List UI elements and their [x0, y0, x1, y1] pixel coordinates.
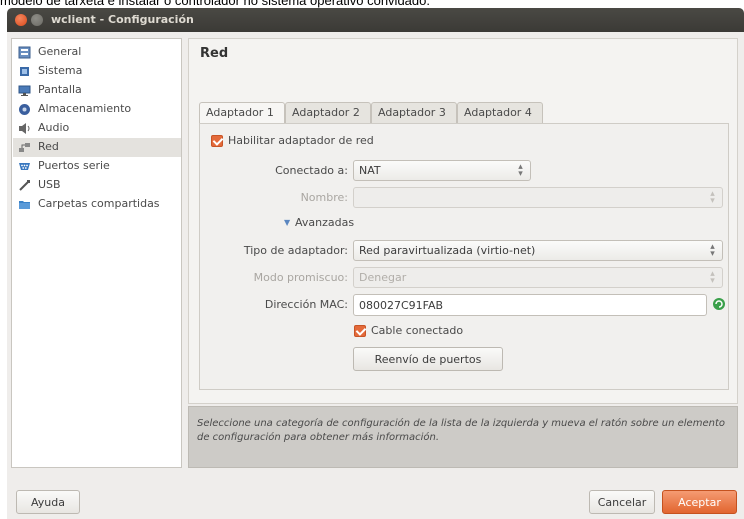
help-button-label: Ayuda	[31, 496, 65, 509]
spin-arrows-icon: ▴ ▾	[518, 162, 523, 179]
cancel-button[interactable]: Cancelar	[589, 490, 655, 514]
help-button[interactable]: Ayuda	[16, 490, 80, 514]
mac-address-field[interactable]: 080027C91FAB	[353, 294, 707, 316]
attached-to-label: Conectado a:	[275, 164, 348, 177]
adapter-type-select[interactable]: Red paravirtualizada (virtio-net) ▴ ▾	[353, 240, 723, 261]
window-title: wclient - Configuración	[51, 13, 194, 26]
serial-port-icon	[18, 160, 31, 173]
sidebar-item-label: Carpetas compartidas	[38, 197, 160, 210]
close-window-button[interactable]	[15, 14, 27, 26]
sidebar-item-carpetas-compartidas[interactable]: Carpetas compartidas	[13, 195, 181, 214]
promiscuous-mode-value: Denegar	[359, 271, 407, 284]
accept-button-label: Aceptar	[678, 496, 721, 509]
tab-adaptador-3[interactable]: Adaptador 3	[371, 102, 457, 124]
sidebar-item-almacenamiento[interactable]: Almacenamiento	[13, 100, 181, 119]
mac-address-label: Dirección MAC:	[264, 298, 348, 311]
spin-arrows-icon: ▴ ▾	[710, 242, 715, 259]
page-caption: modelo de tarxeta e instalar o controlad…	[0, 0, 430, 8]
sidebar-item-label: Sistema	[38, 64, 83, 77]
adapter-type-label: Tipo de adaptador:	[243, 244, 348, 257]
settings-window: wclient - Configuración General Sistema …	[7, 8, 744, 519]
sidebar-item-general[interactable]: General	[13, 43, 181, 62]
network-icon	[18, 141, 31, 154]
tab-label: Adaptador 2	[292, 106, 360, 119]
name-select[interactable]: ▴ ▾	[353, 187, 723, 208]
tab-label: Adaptador 1	[206, 106, 274, 119]
tab-adaptador-4[interactable]: Adaptador 4	[457, 102, 543, 124]
page-title: Red	[200, 46, 229, 61]
mac-address-value: 080027C91FAB	[359, 299, 444, 312]
adapter-type-value: Red paravirtualizada (virtio-net)	[359, 244, 536, 257]
refresh-mac-icon[interactable]	[712, 297, 726, 311]
spin-arrows-icon: ▴ ▾	[710, 189, 715, 206]
general-icon	[18, 46, 31, 59]
sidebar-item-audio[interactable]: Audio	[13, 119, 181, 138]
advanced-expander[interactable]: Avanzadas	[295, 216, 354, 229]
usb-icon	[18, 179, 31, 192]
enable-adapter-checkbox[interactable]	[211, 135, 223, 147]
sidebar-item-label: Audio	[38, 121, 70, 134]
sidebar-item-red[interactable]: Red	[13, 138, 181, 157]
port-forwarding-button[interactable]: Reenvío de puertos	[353, 347, 503, 371]
title-bar[interactable]: wclient - Configuración	[7, 8, 744, 32]
attached-to-select[interactable]: NAT ▴ ▾	[353, 160, 531, 181]
sidebar-item-usb[interactable]: USB	[13, 176, 181, 195]
spin-arrows-icon: ▴ ▾	[710, 269, 715, 286]
chip-icon	[18, 65, 31, 78]
sidebar-item-label: General	[38, 45, 82, 58]
tab-adaptador-2[interactable]: Adaptador 2	[285, 102, 371, 124]
sidebar-item-label: USB	[38, 178, 61, 191]
tab-label: Adaptador 4	[464, 106, 532, 119]
sidebar-item-label: Almacenamiento	[38, 102, 132, 115]
enable-adapter-label: Habilitar adaptador de red	[228, 134, 374, 147]
name-label: Nombre:	[300, 191, 348, 204]
disk-icon	[18, 103, 31, 116]
sidebar-item-label: Puertos serie	[38, 159, 110, 172]
network-settings-panel: Red Adaptador 1 Adaptador 2 Adaptador 3 …	[188, 38, 738, 404]
speaker-icon	[18, 122, 31, 135]
sidebar-item-sistema[interactable]: Sistema	[13, 62, 181, 81]
sidebar-item-label: Pantalla	[38, 83, 82, 96]
promiscuous-mode-select[interactable]: Denegar ▴ ▾	[353, 267, 723, 288]
category-list[interactable]: General Sistema Pantalla Almacenamiento …	[11, 38, 182, 468]
minimize-window-button[interactable]	[31, 14, 43, 26]
sidebar-item-pantalla[interactable]: Pantalla	[13, 81, 181, 100]
tab-adaptador-1[interactable]: Adaptador 1	[199, 102, 285, 125]
help-text: Seleccione una categoría de configuració…	[197, 418, 725, 443]
promiscuous-mode-label: Modo promiscuo:	[253, 271, 348, 284]
cable-connected-checkbox[interactable]	[354, 325, 366, 337]
sidebar-item-puertos-serie[interactable]: Puertos serie	[13, 157, 181, 176]
tab-label: Adaptador 3	[378, 106, 446, 119]
folder-icon	[18, 198, 31, 211]
monitor-icon	[18, 84, 31, 97]
attached-to-value: NAT	[359, 164, 381, 177]
port-forwarding-label: Reenvío de puertos	[374, 353, 482, 366]
accept-button[interactable]: Aceptar	[662, 490, 737, 514]
expander-arrow-icon[interactable]: ▼	[284, 218, 290, 227]
sidebar-item-label: Red	[38, 140, 59, 153]
cable-connected-label: Cable conectado	[371, 324, 464, 337]
help-description-area: Seleccione una categoría de configuració…	[188, 406, 738, 468]
adapter-tab-page: Habilitar adaptador de red Conectado a: …	[199, 123, 729, 390]
cancel-button-label: Cancelar	[597, 496, 647, 509]
